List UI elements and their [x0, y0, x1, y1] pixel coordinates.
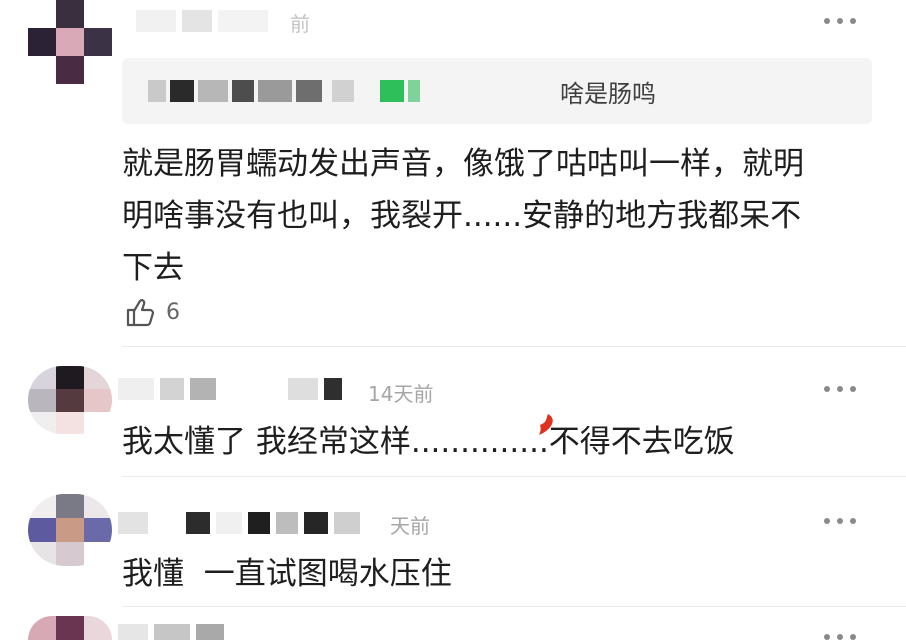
username-redacted[interactable]: [136, 10, 268, 32]
divider: [122, 606, 906, 607]
more-dots-icon[interactable]: [824, 16, 856, 26]
quote-badge-redacted: [380, 80, 420, 102]
more-dots-icon[interactable]: [824, 632, 856, 640]
avatar[interactable]: [28, 616, 112, 640]
username-redacted[interactable]: [118, 512, 360, 534]
username-redacted[interactable]: [118, 378, 342, 400]
quote-username-redacted: [148, 80, 322, 102]
like-button[interactable]: 6: [124, 296, 180, 328]
thumbs-up-icon: [126, 299, 155, 327]
more-dots-icon[interactable]: [824, 516, 856, 526]
avatar[interactable]: [28, 494, 112, 566]
quote-avatar-redacted: [332, 80, 354, 102]
divider: [122, 476, 906, 477]
comment-timestamp: 14天前: [368, 382, 434, 406]
divider: [122, 346, 906, 347]
more-dots-icon[interactable]: [824, 384, 856, 394]
comment-feed: 前 啥是肠鸣 就是肠胃蠕动发出声音，像饿了咕咕叫一样，就明 明啥事没有也叫，我裂…: [0, 0, 906, 640]
avatar[interactable]: [28, 366, 112, 434]
red-mark-icon: [539, 414, 553, 435]
comment-text: 我太懂了 我经常这样..............不得不去吃饭: [122, 424, 735, 460]
comment-text: 就是肠胃蠕动发出声音，像饿了咕咕叫一样，就明 明啥事没有也叫，我裂开......…: [122, 146, 804, 286]
comment-timestamp: 前: [290, 12, 310, 36]
quote-text: 啥是肠鸣: [560, 80, 656, 108]
avatar[interactable]: [28, 0, 112, 84]
like-count: 6: [166, 299, 180, 325]
comment-text: 我懂 一直试图喝水压住: [122, 556, 452, 592]
comment-timestamp: 天前: [390, 514, 430, 538]
reply-quote[interactable]: 啥是肠鸣: [122, 58, 872, 124]
username-redacted[interactable]: [118, 624, 224, 640]
